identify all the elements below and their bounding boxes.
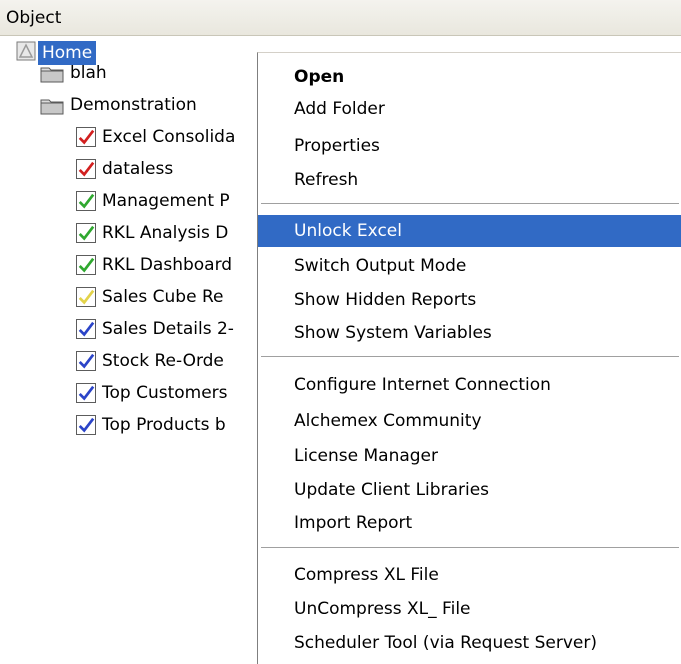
menu-item-label: Show System Variables — [294, 323, 492, 343]
report-check-icon — [76, 127, 96, 147]
menu-item-label: UnCompress XL_ File — [294, 599, 471, 619]
menu-item-properties[interactable]: Properties — [258, 130, 681, 162]
context-menu: Open Add Folder Properties Refresh Unloc… — [257, 52, 681, 664]
menu-item-label: Switch Output Mode — [294, 256, 467, 276]
report-check-icon — [76, 415, 96, 435]
menu-item-label: Open — [294, 67, 345, 87]
menu-item-label: Update Client Libraries — [294, 480, 490, 500]
menu-item-switch-output-mode[interactable]: Switch Output Mode — [258, 250, 681, 282]
report-check-icon — [76, 223, 96, 243]
menu-separator — [261, 356, 679, 358]
menu-item-import-report[interactable]: Import Report — [258, 507, 681, 539]
report-check-icon — [76, 191, 96, 211]
menu-item-add-folder[interactable]: Add Folder — [258, 93, 681, 125]
menu-separator — [261, 203, 679, 205]
column-header-label: Object — [6, 8, 62, 28]
tree-report-label: Stock Re-Orde — [102, 351, 224, 371]
report-check-icon — [76, 255, 96, 275]
tree-folder-label: blah — [70, 63, 107, 83]
menu-separator — [261, 547, 679, 549]
tree-report-label: RKL Analysis D — [102, 223, 229, 243]
tree-node-home[interactable]: Home — [16, 38, 276, 68]
tree-folder-label: Demonstration — [70, 95, 197, 115]
tree-report-label: RKL Dashboard — [102, 255, 233, 275]
menu-item-scheduler-tool[interactable]: Scheduler Tool (via Request Server) — [258, 627, 681, 659]
tree-report-label: Sales Details 2- — [102, 319, 234, 339]
menu-item-refresh[interactable]: Refresh — [258, 164, 681, 196]
tree-report-label: Top Products b — [102, 415, 226, 435]
menu-item-uncompress-xl-file[interactable]: UnCompress XL_ File — [258, 593, 681, 625]
menu-item-open[interactable]: Open — [258, 61, 681, 93]
menu-item-label: Properties — [294, 136, 380, 156]
menu-item-update-client-libraries[interactable]: Update Client Libraries — [258, 474, 681, 506]
folder-icon — [40, 67, 64, 83]
menu-item-label: Refresh — [294, 170, 359, 190]
menu-item-label: Configure Internet Connection — [294, 375, 551, 395]
report-check-icon — [76, 159, 96, 179]
object-tree[interactable]: Home blah Demonstration Excel Consolida … — [0, 36, 260, 664]
tree-report-label: dataless — [102, 159, 174, 179]
tree-report-label: Top Customers — [102, 383, 228, 403]
menu-item-label: Add Folder — [294, 99, 385, 119]
menu-item-label: Scheduler Tool (via Request Server) — [294, 633, 598, 653]
menu-item-unlock-excel[interactable]: Unlock Excel — [258, 215, 681, 247]
report-check-icon — [76, 319, 96, 339]
report-check-icon — [76, 287, 96, 307]
menu-item-label: License Manager — [294, 446, 439, 466]
column-header[interactable]: Object — [0, 0, 681, 36]
menu-item-show-system-variables[interactable]: Show System Variables — [258, 317, 681, 349]
menu-item-configure-internet-connection[interactable]: Configure Internet Connection — [258, 369, 681, 401]
menu-item-compress-xl-file[interactable]: Compress XL File — [258, 559, 681, 591]
menu-item-label: Import Report — [294, 513, 413, 533]
report-check-icon — [76, 383, 96, 403]
tree-report-label: Excel Consolida — [102, 127, 236, 147]
menu-item-show-hidden-reports[interactable]: Show Hidden Reports — [258, 284, 681, 316]
home-node-icon — [16, 41, 36, 61]
menu-item-label: Show Hidden Reports — [294, 290, 477, 310]
tree-report-label: Sales Cube Re — [102, 287, 224, 307]
menu-item-label: Alchemex Community — [294, 411, 482, 431]
menu-item-license-manager[interactable]: License Manager — [258, 440, 681, 472]
report-check-icon — [76, 351, 96, 371]
folder-icon — [40, 99, 64, 115]
menu-item-alchemex-community[interactable]: Alchemex Community — [258, 405, 681, 437]
menu-item-label: Unlock Excel — [294, 221, 402, 241]
tree-report-label: Management P — [102, 191, 230, 211]
menu-item-label: Compress XL File — [294, 565, 439, 585]
